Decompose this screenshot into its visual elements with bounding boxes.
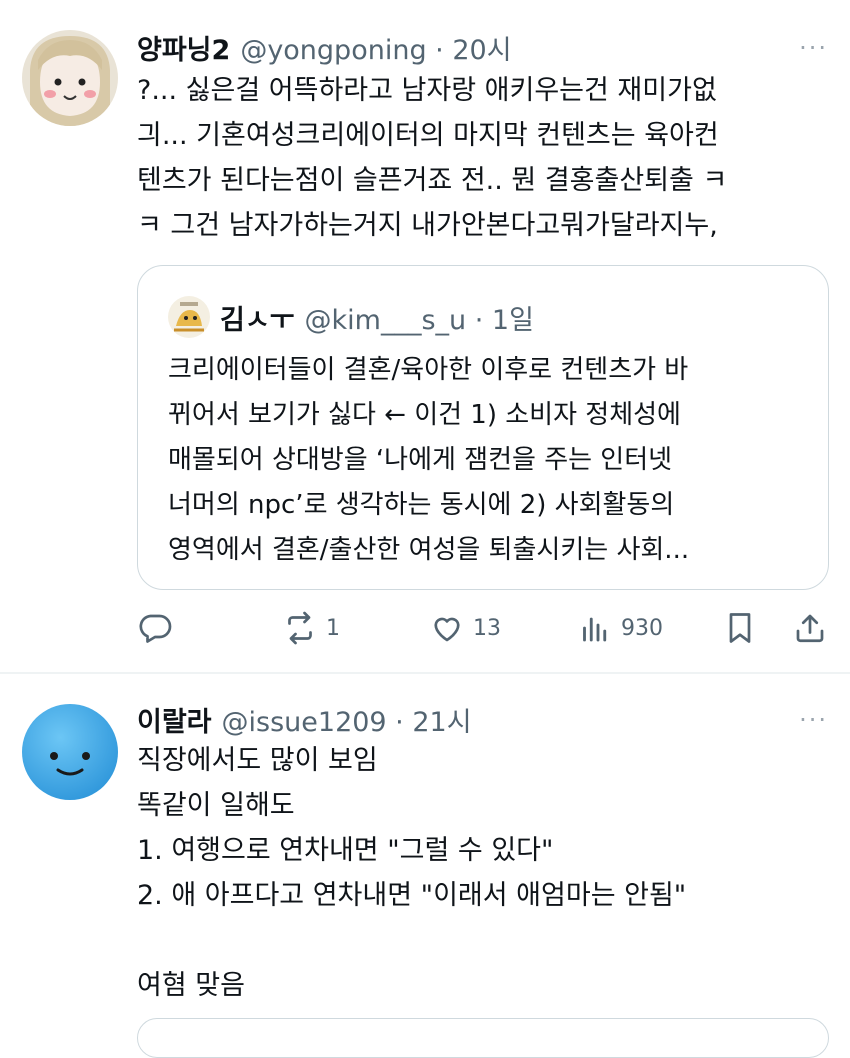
quote-text: 크리에이터들이 결혼/육아한 이후로 컨텐츠가 바 뀌어서 보기가 싫다 ← 이…	[168, 348, 689, 573]
text-line: ?... 싫은걸 어뜩하라고 남자랑 애키우는건 재미가없	[137, 75, 717, 106]
analytics-icon	[583, 617, 607, 642]
handle-and-time[interactable]: @issue1209 · 21시	[222, 700, 472, 739]
share-icon	[796, 614, 824, 643]
heart-icon	[434, 617, 460, 642]
bookmark-icon	[729, 613, 751, 643]
views-count: 930	[621, 615, 663, 641]
retweet-icon	[288, 611, 312, 645]
action-bar: 1 13 930	[137, 600, 837, 656]
tweet-text: 직장에서도 많이 보임 똑같이 일해도 1. 여행으로 연차내면 "그럴 수 있…	[137, 738, 686, 1008]
next-quote-card[interactable]	[137, 1018, 829, 1058]
quote-display-name[interactable]: 김ㅅㅜ	[220, 298, 295, 337]
handle-and-time[interactable]: @yongponing · 20시	[240, 28, 511, 67]
text-line: ㅋ 그건 남자가하는거지 내가안본다고뭐가달라지누,	[137, 210, 718, 241]
text-line: 영역에서 결혼/출산한 여성을 퇴출시키는 사회...	[168, 535, 690, 565]
tweet-text: ?... 싫은걸 어뜩하라고 남자랑 애키우는건 재미가없 긔... 기혼여성크…	[137, 68, 727, 248]
more-options-icon[interactable]: ···	[799, 34, 828, 62]
text-line: 텐츠가 된다는점이 슬픈거죠 전.. 뭔 결홍출산퇴출 ㅋ	[137, 165, 728, 196]
text-line: 뀌어서 보기가 싫다 ← 이건 1) 소비자 정체성에	[168, 400, 681, 430]
reply-button[interactable]	[137, 600, 173, 656]
views-button[interactable]: 930	[577, 600, 663, 656]
avatar[interactable]	[22, 30, 118, 126]
text-line: 매몰되어 상대방을 ‘나에게 잼컨을 주는 인터넷	[168, 445, 673, 475]
cartoon-avatar-image	[168, 296, 210, 338]
share-button[interactable]	[792, 600, 828, 656]
quote-avatar[interactable]	[168, 296, 210, 338]
tweet-2[interactable]: 이랄라 @issue1209 · 21시 ··· 직장에서도 많이 보임 똑같이…	[0, 674, 850, 1030]
like-button[interactable]: 13	[429, 600, 501, 656]
text-line: 너머의 npc’로 생각하는 동시에 2) 사회활동의	[168, 490, 675, 520]
quote-handle-and-time[interactable]: @kim___s_u · 1일	[305, 298, 534, 337]
text-line: 2. 애 아프다고 연차내면 "이래서 애엄마는 안됨"	[137, 880, 687, 911]
quoted-tweet[interactable]: 김ㅅㅜ @kim___s_u · 1일 크리에이터들이 결혼/육아한 이후로 컨…	[137, 265, 829, 590]
text-line: 직장에서도 많이 보임	[137, 745, 378, 776]
avatar[interactable]	[22, 704, 118, 800]
display-name[interactable]: 이랄라	[137, 700, 212, 739]
smiley-avatar-image	[22, 704, 118, 800]
text-line	[137, 918, 686, 963]
bookmark-button[interactable]	[722, 600, 758, 656]
like-count: 13	[473, 615, 501, 641]
text-line: 크리에이터들이 결혼/육아한 이후로 컨텐츠가 바	[168, 355, 689, 385]
tweet-1[interactable]: 양파닝2 @yongponing · 20시 ··· ?... 싫은걸 어뜩하라…	[0, 0, 850, 672]
text-line: 1. 여행으로 연차내면 "그럴 수 있다"	[137, 835, 554, 866]
display-name[interactable]: 양파닝2	[137, 28, 230, 67]
retweet-button[interactable]: 1	[282, 600, 340, 656]
text-line: 여혐 맞음	[137, 970, 245, 1001]
text-line: 똑같이 일해도	[137, 790, 295, 821]
more-options-icon[interactable]: ···	[799, 706, 828, 734]
retweet-count: 1	[326, 615, 340, 641]
reply-icon	[139, 614, 172, 643]
doll-avatar-image	[22, 30, 118, 126]
text-line: 긔... 기혼여성크리에이터의 마지막 컨텐츠는 육아컨	[137, 120, 719, 151]
